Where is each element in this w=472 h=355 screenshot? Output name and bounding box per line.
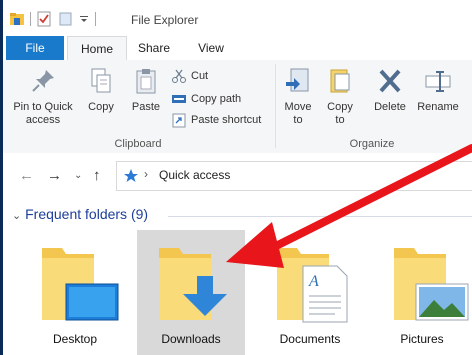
delete-label: Delete — [374, 101, 406, 113]
svg-text:A: A — [308, 273, 319, 290]
pictures-folder-icon — [394, 248, 469, 321]
cut-label: Cut — [191, 70, 209, 82]
navigation-bar: ← → ⌄ ↑ › Quick access — [3, 153, 472, 197]
folder-label: Desktop — [52, 332, 98, 346]
address-bar[interactable]: › Quick access — [116, 161, 472, 191]
paste-shortcut-button[interactable]: Paste shortcut — [171, 111, 261, 129]
copy-button[interactable]: Copy — [83, 66, 119, 114]
ribbon-group-divider — [275, 64, 276, 148]
paste-icon — [136, 69, 156, 94]
tab-share[interactable]: Share — [129, 36, 179, 60]
rename-button[interactable]: Rename — [415, 66, 461, 114]
qat-divider-2 — [95, 12, 96, 26]
quick-access-star-icon — [124, 169, 138, 182]
quick-access-toolbar — [9, 11, 101, 27]
move-to-button[interactable]: Move to — [281, 66, 315, 127]
copy-to-icon — [330, 69, 350, 93]
ribbon-tabs: File Home Share View — [3, 36, 472, 62]
desktop-folder-icon — [42, 248, 119, 321]
properties-icon[interactable] — [36, 11, 52, 27]
pin-icon — [32, 70, 54, 92]
file-explorer-window: File Explorer File Home Share View Pin t… — [0, 0, 472, 355]
copy-to-label: Copy to — [327, 101, 353, 126]
scissors-icon — [172, 69, 186, 83]
back-arrow-icon[interactable]: ← — [19, 167, 34, 184]
tab-file[interactable]: File — [6, 36, 64, 60]
folder-label: Documents — [279, 332, 341, 346]
tab-view[interactable]: View — [189, 36, 233, 60]
folder-label: Pictures — [400, 332, 444, 346]
new-folder-icon[interactable] — [58, 11, 74, 27]
move-to-label: Move to — [284, 101, 312, 126]
pin-to-quick-access-button[interactable]: Pin to Quick access — [11, 66, 75, 127]
delete-x-icon — [379, 69, 401, 93]
copy-path-icon — [172, 95, 186, 103]
collapse-chevron-icon[interactable]: ⌄ — [12, 210, 21, 222]
paste-shortcut-label: Paste shortcut — [191, 114, 262, 126]
folder-desktop[interactable]: Desktop — [20, 230, 130, 355]
title-bar: File Explorer — [3, 0, 472, 36]
recent-locations-chevron-icon[interactable]: ⌄ — [74, 170, 82, 181]
cut-button[interactable]: Cut — [171, 67, 208, 85]
copy-path-button[interactable]: Copy path — [171, 90, 241, 108]
copy-icon — [91, 68, 111, 93]
file-explorer-app-icon[interactable] — [9, 11, 25, 27]
qat-divider — [30, 12, 31, 26]
breadcrumb-quick-access[interactable]: Quick access — [159, 168, 230, 182]
section-title: Frequent folders (9) — [25, 206, 149, 222]
organize-group-label: Organize — [349, 138, 395, 150]
section-divider — [168, 216, 472, 217]
downloads-folder-icon — [159, 248, 227, 320]
tab-home[interactable]: Home — [67, 36, 127, 62]
folder-documents[interactable]: A Documents — [255, 230, 365, 355]
rename-label: Rename — [417, 101, 459, 113]
customize-qat-chevron-icon[interactable] — [78, 13, 90, 25]
folder-pictures[interactable]: Pictures — [372, 230, 472, 355]
breadcrumb-separator-icon[interactable]: › — [144, 167, 148, 181]
copy-label: Copy — [88, 101, 114, 113]
clipboard-group-label: Clipboard — [114, 138, 162, 150]
paste-button[interactable]: Paste — [127, 66, 165, 114]
pin-label: Pin to Quick access — [13, 101, 73, 126]
ribbon-home: Pin to Quick access Copy Paste Cut Copy … — [3, 60, 472, 154]
folder-label: Downloads — [161, 332, 221, 346]
forward-arrow-icon[interactable]: → — [47, 167, 62, 184]
frequent-folders-header[interactable]: ⌄ Frequent folders (9) — [12, 206, 148, 222]
up-arrow-icon[interactable]: ↑ — [93, 167, 101, 184]
copy-to-button[interactable]: Copy to — [323, 66, 357, 127]
paste-label: Paste — [131, 101, 161, 113]
move-to-icon — [286, 68, 309, 92]
delete-button[interactable]: Delete — [371, 66, 409, 114]
copy-path-label: Copy path — [191, 93, 242, 105]
rename-icon — [425, 71, 451, 92]
folder-downloads[interactable]: Downloads — [137, 230, 245, 355]
window-title: File Explorer — [131, 13, 199, 27]
paste-shortcut-icon — [172, 113, 186, 128]
documents-folder-icon: A — [277, 248, 348, 323]
